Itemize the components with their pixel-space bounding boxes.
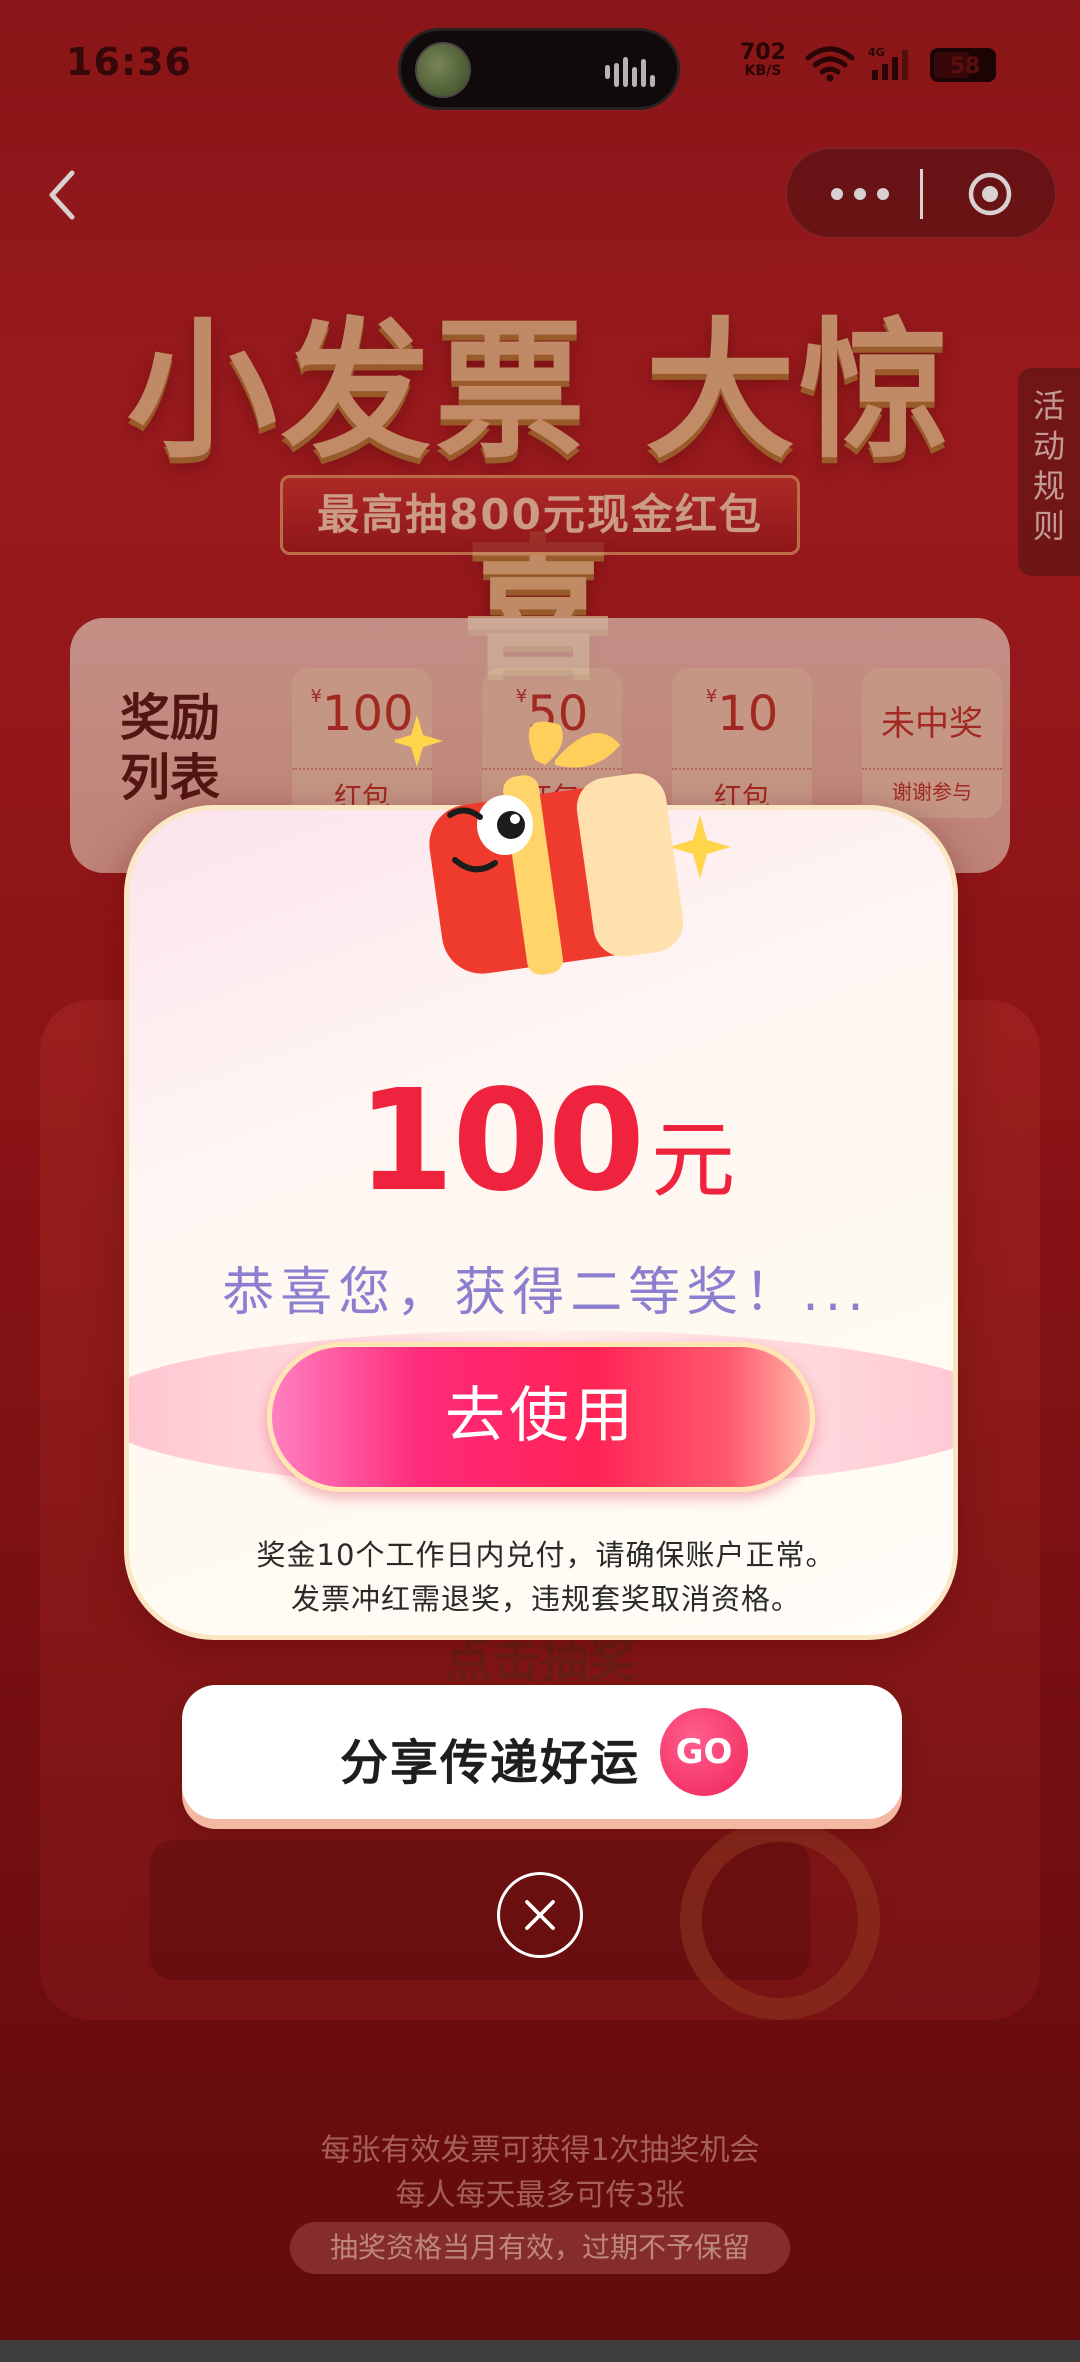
prize-number: 100 <box>356 1060 645 1223</box>
go-badge: GO <box>660 1708 748 1796</box>
page: 16:36 702 KB/S 4G 58 小发票 大惊喜 最高抽800元现金红包… <box>0 0 1080 2362</box>
prize-amount: 100元 <box>129 1060 953 1223</box>
prize-unit: 元 <box>651 1111 736 1209</box>
gift-mascot-icon <box>395 715 731 975</box>
congrats-text: 恭喜您，获得二等奖！... <box>222 1263 870 1323</box>
use-button[interactable]: 去使用 <box>267 1342 815 1492</box>
share-button[interactable]: 分享传递好运 GO <box>182 1685 902 1819</box>
note-line: 奖金10个工作日内兑付，请确保账户正常。 <box>256 1538 836 1572</box>
note-line: 发票冲红需退奖，违规套奖取消资格。 <box>290 1582 801 1616</box>
share-label: 分享传递好运 <box>340 1735 641 1791</box>
home-indicator-bar <box>0 2340 1080 2362</box>
close-icon[interactable] <box>497 1872 583 1958</box>
